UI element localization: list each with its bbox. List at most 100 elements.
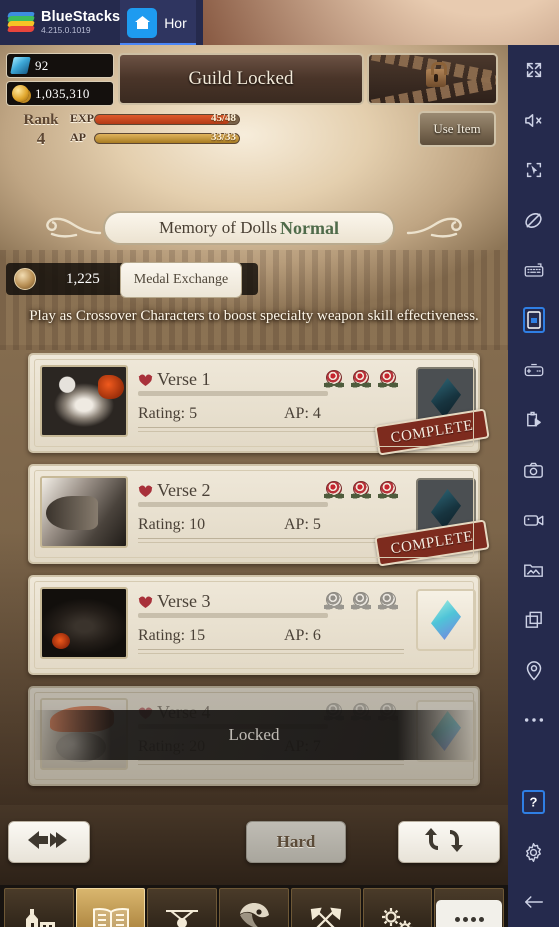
- nav-item-story[interactable]: Story: [75, 888, 146, 927]
- verse-thumbnail: [40, 476, 128, 548]
- verse-divider: [138, 613, 328, 618]
- verse-rating: Rating: 15: [138, 627, 206, 644]
- bluestacks-version: 4.215.0.1019: [41, 24, 91, 35]
- next-difficulty-arrow-icon: [424, 827, 474, 858]
- verse-header: Verse 2: [138, 480, 210, 501]
- verse-sigil-icon: [138, 595, 153, 609]
- verse-underline: [138, 764, 404, 765]
- more-options-icon[interactable]: [508, 695, 559, 745]
- exp-bar-row: EXP 45/48: [70, 111, 240, 128]
- verse-underline: [138, 542, 404, 543]
- emulator-titlebar: BlueStacks 4.215.0.1019 Hor SIN: [0, 0, 559, 509]
- tab-home-label: Hor: [164, 14, 187, 31]
- mute-icon[interactable]: [508, 95, 559, 145]
- flourish-left-icon: [24, 213, 102, 245]
- complete-stamp-label: COMPLETE: [389, 417, 475, 446]
- prev-difficulty-arrow-icon: [26, 828, 72, 857]
- gem-reward-icon: [431, 600, 461, 640]
- verse-rose-rating: [324, 369, 398, 389]
- multi-instance-sync-icon[interactable]: [508, 145, 559, 195]
- settings-icon[interactable]: [508, 827, 559, 877]
- guild-locked-banner[interactable]: Guild Locked: [118, 53, 364, 105]
- exp-value: 45/48: [210, 112, 236, 124]
- verse-stats: Rating: 5 AP: 4: [138, 405, 404, 428]
- ap-bar-row: AP 33/33: [70, 130, 240, 147]
- nav-item-gear[interactable]: Gear: [147, 888, 218, 927]
- medal-icon: [14, 268, 36, 290]
- gem-icon: [10, 57, 31, 74]
- stage-title-banner: Memory of Dolls Normal: [103, 211, 395, 245]
- nav-item-home[interactable]: Home: [4, 888, 74, 927]
- verse-list[interactable]: Verse 1 Rating: 5 AP: 4 COMPLETE Verse 2 Rati…: [0, 353, 508, 805]
- next-difficulty-button[interactable]: [398, 821, 500, 863]
- verse-card[interactable]: Verse 3 Rating: 15 AP: 6: [28, 575, 480, 675]
- verse-underline: [138, 653, 404, 654]
- exp-label: EXP: [70, 111, 94, 125]
- gold-coin-icon: [12, 85, 29, 102]
- bluestacks-logo-icon: [7, 11, 35, 34]
- gamepad-icon[interactable]: [508, 345, 559, 395]
- rose-icon: [324, 591, 344, 611]
- verse-header: Verse 3: [138, 591, 210, 612]
- padlock-chains-icon: [367, 53, 498, 105]
- verse-card[interactable]: Verse 4Rating: 20AP: 7Locked: [28, 686, 480, 786]
- ap-value: 33/33: [210, 131, 236, 143]
- keyboard-controls-icon[interactable]: [508, 245, 559, 295]
- location-icon[interactable]: [508, 645, 559, 695]
- record-video-icon[interactable]: [508, 495, 559, 545]
- player-bars: EXP 45/48 AP 33/33: [70, 111, 240, 149]
- verse-sigil-icon: [138, 484, 153, 498]
- eco-mode-icon[interactable]: [508, 195, 559, 245]
- verse-ap-cost: AP: 4: [284, 405, 321, 422]
- nav-item-chat[interactable]: chat: [434, 888, 505, 927]
- verse-title: Verse 3: [157, 591, 211, 611]
- bluestacks-branding: BlueStacks 4.215.0.1019: [0, 9, 120, 36]
- verse-card[interactable]: Verse 2 Rating: 10 AP: 5 COMPLETE: [28, 464, 490, 567]
- rose-icon: [378, 591, 398, 611]
- verse-ap-cost: AP: 5: [284, 516, 321, 533]
- rose-icon: [351, 369, 371, 389]
- nav-item-menu[interactable]: Menu: [362, 888, 433, 927]
- gold-resource: 1,035,310: [6, 81, 114, 106]
- tab-game-sin[interactable]: SIN: [196, 0, 559, 509]
- media-manager-icon[interactable]: [508, 545, 559, 595]
- verse-card[interactable]: Verse 1 Rating: 5 AP: 4 COMPLETE: [28, 353, 490, 456]
- castle-icon: [19, 889, 59, 927]
- verse-reward[interactable]: [416, 589, 476, 651]
- ap-label: AP: [70, 130, 86, 144]
- verse-rose-rating: [324, 591, 398, 611]
- player-rank: Rank 4: [14, 111, 68, 148]
- nav-item-grimoire[interactable]: Grimoire: [290, 888, 361, 927]
- prev-difficulty-button[interactable]: [8, 821, 90, 863]
- help-icon[interactable]: ?: [508, 777, 559, 827]
- verse-underline: [138, 431, 404, 432]
- gears-icon: [377, 889, 417, 927]
- rose-icon: [351, 480, 371, 500]
- verse-rating: Rating: 10: [138, 516, 206, 533]
- svg-text:?: ?: [530, 795, 538, 810]
- use-item-button[interactable]: Use Item: [418, 111, 496, 147]
- rose-icon: [378, 480, 398, 500]
- stage-name: Memory of Dolls: [158, 218, 278, 237]
- nav-item-upgrade-sell[interactable]: UpgradeSell: [219, 888, 289, 927]
- verse-rose-rating: [324, 480, 398, 500]
- script-play-icon[interactable]: [508, 395, 559, 445]
- locked-label: Locked: [228, 725, 280, 744]
- chat-bubble-icon: [436, 889, 503, 927]
- verse-title: Verse 1: [157, 369, 211, 389]
- tab-home[interactable]: Hor: [120, 0, 196, 45]
- verse-divider: [138, 391, 328, 396]
- bottom-navbar[interactable]: HomeStoryGearUpgradeSellGrimoireMenuchat: [0, 885, 508, 927]
- verse-thumbnail: [40, 587, 128, 659]
- gem-value: 92: [35, 57, 49, 73]
- multi-instance-icon[interactable]: [508, 595, 559, 645]
- back-icon[interactable]: [508, 877, 559, 927]
- current-difficulty-button[interactable]: Hard: [246, 821, 346, 863]
- locked-overlay: Locked: [30, 710, 478, 760]
- rotate-screen-icon[interactable]: [508, 295, 559, 345]
- screen-root: BlueStacks 4.215.0.1019 Hor SIN: [0, 0, 559, 927]
- fullscreen-icon[interactable]: [508, 45, 559, 95]
- difficulty-bar: Hard: [0, 805, 508, 882]
- medal-exchange-button[interactable]: Medal Exchange: [120, 262, 242, 298]
- screenshot-icon[interactable]: [508, 445, 559, 495]
